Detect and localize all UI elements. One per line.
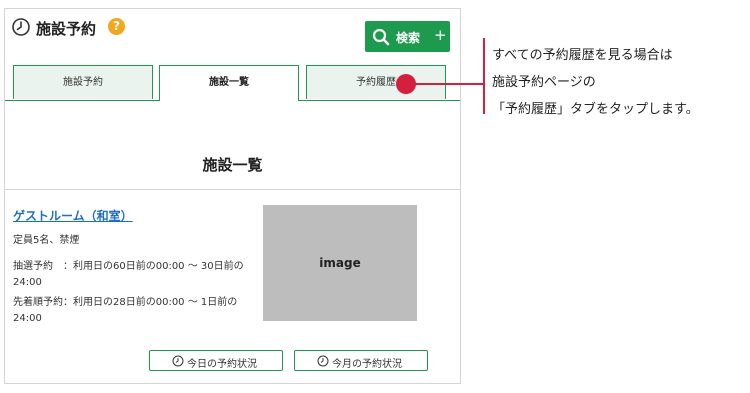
section-title: 施設一覧 bbox=[202, 156, 263, 174]
facility-name-link[interactable]: ゲストルーム（和室） bbox=[13, 207, 133, 224]
facility-capacity: 定員5名、禁煙 bbox=[13, 235, 80, 246]
lottery-rule-line2: 24:00 bbox=[13, 277, 42, 288]
firstcome-rule-line2: 24:00 bbox=[13, 313, 42, 324]
callout-marker bbox=[396, 74, 416, 94]
annotation-line-2: 施設予約ページの bbox=[492, 75, 596, 90]
callout-line bbox=[483, 38, 485, 114]
search-label: 検索 bbox=[396, 31, 421, 45]
divider bbox=[5, 189, 460, 190]
facility-panel: 施設予約 ? 検索 + 施設予約 施設一覧 予約履歴 施設一覧 ゲストルーム（和… bbox=[4, 8, 461, 384]
clock-icon bbox=[12, 18, 30, 36]
search-button[interactable]: 検索 + bbox=[365, 21, 450, 52]
clock-icon bbox=[172, 355, 184, 367]
annotation-line-3: 「予約履歴」タブをタップします。 bbox=[492, 102, 699, 117]
firstcome-rule-line1: 先着順予約：利用日の28日前の00:00 ～ 1日前の bbox=[13, 297, 238, 308]
tab-reservation-history[interactable]: 予約履歴 bbox=[306, 65, 446, 99]
panel-header: 施設予約 ? 検索 + bbox=[5, 9, 460, 57]
today-status-button[interactable]: 今日の予約状況 bbox=[149, 350, 283, 371]
question-icon[interactable]: ? bbox=[108, 18, 125, 35]
plus-icon: + bbox=[434, 26, 447, 44]
tab-bar: 施設予約 施設一覧 予約履歴 bbox=[5, 65, 460, 101]
month-status-button[interactable]: 今月の予約状況 bbox=[294, 350, 428, 371]
lottery-rule-line1: 抽選予約 ：利用日の60日前の00:00 ～ 30日前の bbox=[13, 261, 244, 272]
magnifier-icon bbox=[372, 28, 390, 46]
tab-reservation[interactable]: 施設予約 bbox=[13, 65, 153, 99]
page-title: 施設予約 bbox=[36, 20, 97, 38]
month-status-label: 今月の予約状況 bbox=[332, 359, 402, 370]
tab-facility-list[interactable]: 施設一覧 bbox=[159, 65, 299, 101]
today-status-label: 今日の予約状況 bbox=[187, 359, 257, 370]
callout-connector bbox=[404, 83, 484, 85]
annotation-line-1: すべての予約履歴を見る場合は bbox=[492, 48, 673, 63]
facility-image: image bbox=[263, 205, 417, 321]
clock-icon bbox=[317, 355, 329, 367]
